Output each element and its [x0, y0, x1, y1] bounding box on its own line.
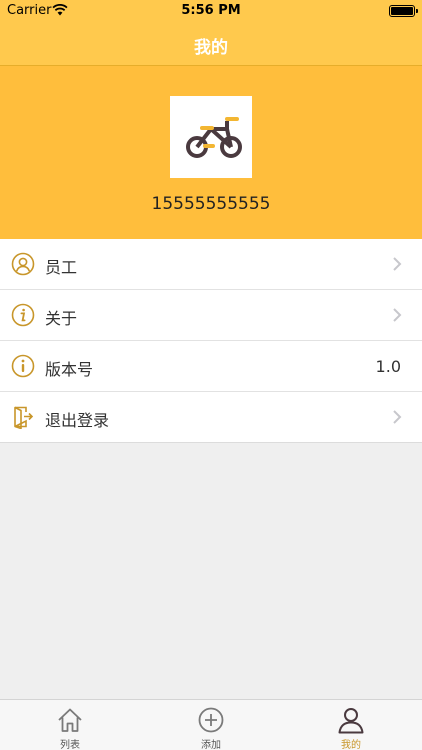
- settings-list: 员工 关于 版本号 1.0 退出登录: [0, 239, 422, 443]
- menu-item-label: 退出登录: [45, 411, 110, 430]
- menu-item-about[interactable]: 关于: [0, 290, 422, 341]
- battery-icon: [389, 5, 418, 17]
- menu-item-label: 员工: [45, 258, 78, 277]
- navigation-bar: 我的: [0, 22, 422, 66]
- tab-label: 我的: [341, 740, 361, 750]
- chevron-right-icon: [393, 308, 402, 322]
- menu-item-label: 版本号: [45, 360, 94, 379]
- bicycle-icon: [186, 117, 242, 158]
- info-icon: [11, 354, 35, 378]
- user-circle-icon: [11, 252, 35, 276]
- menu-item-staff[interactable]: 员工: [0, 239, 422, 290]
- menu-item-logout[interactable]: 退出登录: [0, 392, 422, 443]
- chevron-right-icon: [393, 257, 402, 271]
- status-time: 5:56 PM: [181, 3, 241, 18]
- version-value: 1.0: [375, 357, 401, 376]
- profile-header: 15555555555: [0, 66, 422, 239]
- avatar[interactable]: [170, 96, 252, 178]
- page-title: 我的: [194, 38, 228, 58]
- tab-list[interactable]: 列表: [0, 700, 140, 750]
- logout-door-icon: [14, 406, 34, 429]
- tab-label: 添加: [201, 740, 221, 750]
- menu-item-version: 版本号 1.0: [0, 341, 422, 392]
- person-icon: [338, 708, 364, 734]
- menu-item-label: 关于: [45, 309, 78, 328]
- chevron-right-icon: [393, 410, 402, 424]
- tab-label: 列表: [60, 740, 80, 750]
- home-icon: [58, 708, 82, 732]
- info-icon: [11, 303, 35, 327]
- tab-bar: 列表 添加 我的: [0, 699, 422, 750]
- phone-number: 15555555555: [151, 194, 271, 214]
- tab-add[interactable]: 添加: [141, 700, 281, 750]
- status-bar: Carrier 5:56 PM: [0, 0, 422, 22]
- tab-me[interactable]: 我的: [281, 700, 421, 750]
- plus-circle-icon: [198, 707, 224, 733]
